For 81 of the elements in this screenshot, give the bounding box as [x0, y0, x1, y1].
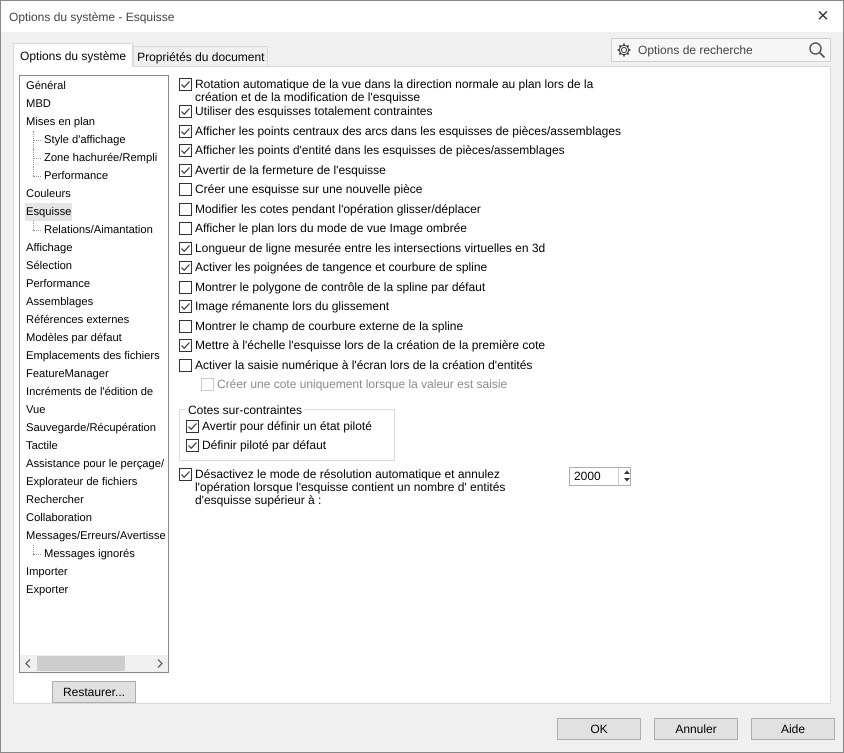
checkbox[interactable]: [186, 420, 199, 432]
search-bar[interactable]: Options de recherche: [611, 38, 831, 62]
tree-item[interactable]: Tactile: [25, 437, 59, 455]
checkbox[interactable]: [179, 183, 192, 196]
option-label: Longueur de ligne mesurée entre les intersections virtuelles en 3d: [195, 240, 546, 254]
tree-item[interactable]: Importer: [25, 563, 69, 581]
checkbox[interactable]: [179, 468, 192, 480]
option-label: Activer la saisie numérique à l'écran lors de la création d'entités: [195, 358, 532, 372]
tree-item[interactable]: Relations/Aimantation: [43, 221, 154, 239]
window-title: Options du système - Esquisse: [9, 10, 174, 24]
option-label: Rotation automatique de la vue dans la direction normale au plan lors de la création et de la modification de l'esquisse: [195, 77, 594, 104]
tree-item[interactable]: Affichage: [25, 239, 74, 257]
tree-item[interactable]: Sélection: [25, 257, 74, 275]
group-title: Cotes sur-contraintes: [187, 402, 304, 416]
gear-icon: [616, 42, 632, 58]
dialog-button[interactable]: Annuler: [654, 718, 738, 740]
tree-item[interactable]: FeatureManager: [25, 365, 110, 383]
dialog-button[interactable]: Aide: [751, 718, 835, 740]
tab[interactable]: Propriétés du document: [133, 46, 268, 66]
tree-item[interactable]: Modèles par défaut: [25, 329, 123, 347]
horizontal-scrollbar[interactable]: [20, 655, 168, 672]
number-spinner[interactable]: 2000: [569, 466, 631, 486]
tree-item[interactable]: Général: [25, 77, 67, 95]
checkbox[interactable]: [179, 124, 192, 138]
tree-item[interactable]: Références externes: [25, 311, 130, 329]
option-label: Afficher le plan lors du mode de vue Image ombrée: [195, 221, 467, 235]
search-field[interactable]: Options de recherche: [636, 42, 804, 58]
checkbox[interactable]: [179, 202, 192, 216]
tree-item[interactable]: Emplacements des fichiers: [25, 347, 161, 365]
option-label: Créer une cote uniquement lorsque la valeur est saisie: [217, 377, 508, 391]
tree-item[interactable]: Style d'affichage: [43, 131, 127, 149]
tree-item[interactable]: Incréments de l'édition de: [25, 383, 154, 401]
checkbox[interactable]: [179, 78, 192, 91]
checkbox[interactable]: [179, 242, 192, 254]
checkbox[interactable]: [179, 105, 192, 118]
checkbox[interactable]: [186, 439, 199, 452]
option-label: Créer une esquisse sur une nouvelle pièce: [195, 182, 422, 196]
checkbox[interactable]: [179, 280, 192, 294]
option-label: Afficher les points d'entité dans les esquisses de pièces/assemblages: [195, 143, 565, 157]
tree-item[interactable]: Assistance pour le perçage/: [25, 455, 166, 473]
close-button[interactable]: ×: [803, 2, 843, 32]
option-label: Désactivez le mode de résolution automatique et annulez l'opération lorsque l'esquisse contient un nombre d' entités d'esquisse supérieur à :: [195, 466, 506, 506]
option-label: Avertir pour définir un état piloté: [202, 418, 372, 432]
option-label: Avertir de la fermeture de l'esquisse: [195, 162, 386, 176]
tree-item[interactable]: Assemblages: [25, 293, 94, 311]
option-label: Afficher les points centraux des arcs dans les esquisses de pièces/assemblages: [195, 124, 622, 138]
checkbox[interactable]: [179, 320, 192, 332]
tree-item[interactable]: Esquisse: [25, 203, 72, 221]
option-label: Modifier les cotes pendant l'opération glisser/déplacer: [195, 202, 481, 216]
checkbox[interactable]: [179, 300, 192, 313]
checkbox[interactable]: [179, 261, 192, 274]
tree-item[interactable]: Vue: [25, 401, 46, 419]
tree-item[interactable]: Messages ignorés: [43, 545, 136, 563]
option-label: Définir piloté par défaut: [202, 438, 326, 452]
checkbox[interactable]: [179, 222, 192, 235]
tree-item[interactable]: Sauvegarde/Récupération: [25, 419, 157, 437]
checkbox[interactable]: [179, 339, 192, 352]
option-label: Image rémanente lors du glissement: [195, 299, 390, 313]
tree-item[interactable]: Performance: [25, 275, 92, 293]
tree-item[interactable]: Collaboration: [25, 509, 93, 527]
dialog-button[interactable]: OK: [557, 718, 641, 740]
tree-item[interactable]: Mises en plan: [25, 113, 96, 131]
tab[interactable]: Options du système: [13, 43, 134, 67]
checkbox[interactable]: [179, 144, 192, 157]
option-label: Montrer le polygone de contrôle de la spline par défaut: [195, 280, 486, 294]
tree-item[interactable]: Couleurs: [25, 185, 72, 203]
restore-button[interactable]: Restaurer...: [52, 681, 136, 703]
tree-item[interactable]: Rechercher: [25, 491, 85, 509]
option-label: Activer les poignées de tangence et courbure de spline: [195, 260, 488, 274]
checkbox[interactable]: [179, 164, 192, 176]
checkbox[interactable]: [179, 358, 192, 372]
tree-item[interactable]: Messages/Erreurs/Avertisse: [25, 527, 167, 545]
option-label: Utiliser des esquisses totalement contraintes: [195, 104, 432, 118]
option-label: Mettre à l'échelle l'esquisse lors de la création de la première cote: [195, 338, 546, 352]
search-icon[interactable]: [808, 41, 826, 59]
tree-item[interactable]: MBD: [25, 95, 52, 113]
tree-item[interactable]: Performance: [43, 167, 110, 185]
tree-item[interactable]: Exporter: [25, 581, 70, 599]
tree-item[interactable]: Explorateur de fichiers: [25, 473, 138, 491]
tree-item[interactable]: Zone hachurée/Rempli: [43, 149, 158, 167]
option-label: Montrer le champ de courbure externe de la spline: [195, 318, 464, 332]
